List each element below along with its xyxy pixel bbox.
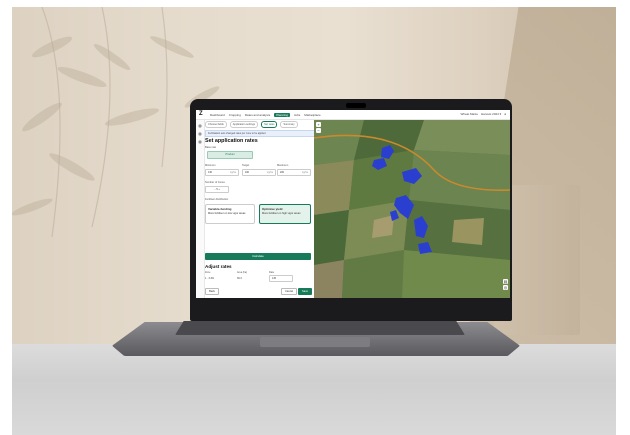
map-canvas[interactable] <box>314 120 510 298</box>
back-button[interactable]: Back <box>205 288 219 295</box>
step-set-rates[interactable]: Set rates <box>261 121 278 128</box>
row1-area: 36.3 <box>237 277 242 280</box>
minimum-input[interactable]: 130 kg/ha <box>205 169 239 176</box>
zoom-in-button[interactable]: + <box>316 122 321 127</box>
info-banner: Fertilisation sets changed rates per zon… <box>205 130 315 137</box>
nav-item-rates[interactable]: Rates and analysis <box>245 113 270 117</box>
app-screen: Z Dashboard Cropping Rates and analysis … <box>196 110 510 298</box>
minimum-unit: kg/ha <box>230 171 236 174</box>
col-area: Area (ha) <box>237 271 247 274</box>
zoom-out-button[interactable]: − <box>316 128 321 133</box>
base-rate-chip[interactable]: Product <box>207 151 253 159</box>
rail-icon-1[interactable] <box>198 124 202 128</box>
maximum-value: 200 <box>280 171 284 174</box>
option-variable-funding[interactable]: Variable-funding More fertiliser on low … <box>205 204 255 224</box>
minimum-value: 130 <box>208 171 212 174</box>
farm-selector[interactable]: Wheat Maize <box>460 112 478 116</box>
adjust-rates-title: Adjust rates <box>205 264 232 269</box>
col-zone: Zone <box>205 271 211 274</box>
row1-rate-input[interactable]: 145 <box>269 275 293 282</box>
option2-title: Optimise yield <box>262 207 283 211</box>
side-rail <box>196 120 205 298</box>
nav-item-cropping[interactable]: Cropping <box>229 113 241 117</box>
laptop-keyboard <box>175 321 465 335</box>
base-rate-label: Base rate <box>205 146 217 149</box>
top-nav: Z Dashboard Cropping Rates and analysis … <box>196 110 510 120</box>
satellite-map[interactable]: + − ▤ ◎ <box>314 120 510 298</box>
rates-panel: Fertilisation sets changed rates per zon… <box>205 130 315 298</box>
target-label: Target <box>242 164 250 167</box>
locate-icon[interactable]: ◎ <box>503 285 508 290</box>
step-summary[interactable]: Summary <box>280 121 298 128</box>
rail-icon-2[interactable] <box>198 132 202 136</box>
user-icon[interactable]: ● <box>504 112 506 116</box>
panel-title: Set application rates <box>205 138 258 144</box>
zones-stepper[interactable]: − 5 + <box>205 186 229 193</box>
option1-desc: More fertiliser on low vigor areas <box>208 212 246 215</box>
season-selector[interactable]: Harvest 2024 ▾ <box>481 112 501 116</box>
side-rail-icons <box>198 124 202 144</box>
option1-title: Variable-funding <box>208 207 232 211</box>
target-unit: kg/ha <box>267 171 273 174</box>
nav-item-marketplace[interactable]: Marketplace <box>304 113 320 117</box>
step-application-settings[interactable]: Application settings <box>229 121 259 128</box>
save-button[interactable]: Save <box>298 288 312 295</box>
table-surface <box>12 344 616 435</box>
nav-item-dashboard[interactable]: Dashboard <box>210 113 225 117</box>
app-logo[interactable]: Z <box>199 111 206 118</box>
rail-icon-3[interactable] <box>198 140 202 144</box>
row1-rate: 145 <box>272 277 276 280</box>
target-input[interactable]: 160 kg/ha <box>242 169 276 176</box>
panel-footer: Back Cancel Save <box>205 288 312 296</box>
stepper: Choose fields Application settings Set r… <box>205 121 313 128</box>
col-rate: Rate <box>269 271 275 274</box>
camera-notch <box>346 103 366 108</box>
zones-plus-icon[interactable]: + <box>218 188 219 191</box>
calculate-button[interactable]: Calculate <box>205 253 311 260</box>
zones-label: Number of zones <box>205 181 225 184</box>
nav-item-jobs[interactable]: Jobs <box>294 113 300 117</box>
laptop-trackpad <box>260 337 370 347</box>
target-value: 160 <box>245 171 249 174</box>
option2-desc: More fertiliser on high vigor areas <box>262 212 301 215</box>
minimum-label: Minimum <box>205 164 216 167</box>
cancel-button[interactable]: Cancel <box>281 288 297 295</box>
layers-icon[interactable]: ▤ <box>503 279 508 284</box>
step-choose-fields[interactable]: Choose fields <box>205 121 227 128</box>
maximum-unit: kg/ha <box>302 171 308 174</box>
distribution-label: Fertiliser distribution <box>205 198 229 201</box>
nav-item-planning[interactable]: Planning <box>274 112 290 117</box>
option-optimise-yield[interactable]: Optimise yield More fertiliser on high v… <box>259 204 311 224</box>
maximum-label: Maximum <box>277 164 289 167</box>
maximum-input[interactable]: 200 kg/ha <box>277 169 311 176</box>
row1-zone: 1 · 3.4% <box>205 277 214 280</box>
